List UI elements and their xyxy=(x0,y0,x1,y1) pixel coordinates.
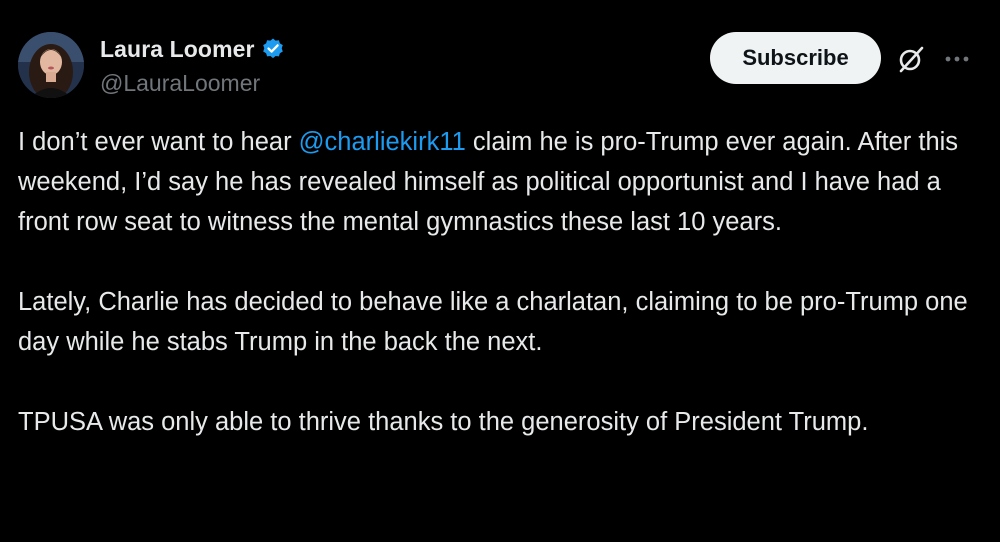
tweet-paragraph: Lately, Charlie has decided to behave li… xyxy=(18,288,968,356)
tweet-text: I don’t ever want to hear @charliekirk11… xyxy=(18,122,982,442)
tweet-header: Laura Loomer @LauraLoomer Subscribe xyxy=(18,32,982,102)
tweet-paragraph: I don’t ever want to hear @charliekirk11… xyxy=(18,122,982,242)
author-identity: Laura Loomer @LauraLoomer xyxy=(100,34,285,97)
tweet-card: Laura Loomer @LauraLoomer Subscribe I do… xyxy=(0,0,1000,542)
more-options-icon[interactable] xyxy=(942,44,972,74)
grok-icon[interactable] xyxy=(896,44,926,74)
subscribe-button[interactable]: Subscribe xyxy=(710,32,881,84)
avatar[interactable] xyxy=(18,32,84,98)
tweet-paragraph: TPUSA was only able to thrive thanks to … xyxy=(18,408,869,436)
text-segment: I don’t ever want to hear xyxy=(18,128,299,156)
avatar-photo-icon xyxy=(18,32,84,98)
name-row: Laura Loomer xyxy=(100,34,285,64)
handle[interactable]: @LauraLoomer xyxy=(100,70,285,97)
mention-link[interactable]: @charliekirk11 xyxy=(299,128,466,156)
display-name[interactable]: Laura Loomer xyxy=(100,36,255,63)
verified-badge-icon[interactable] xyxy=(261,37,285,61)
